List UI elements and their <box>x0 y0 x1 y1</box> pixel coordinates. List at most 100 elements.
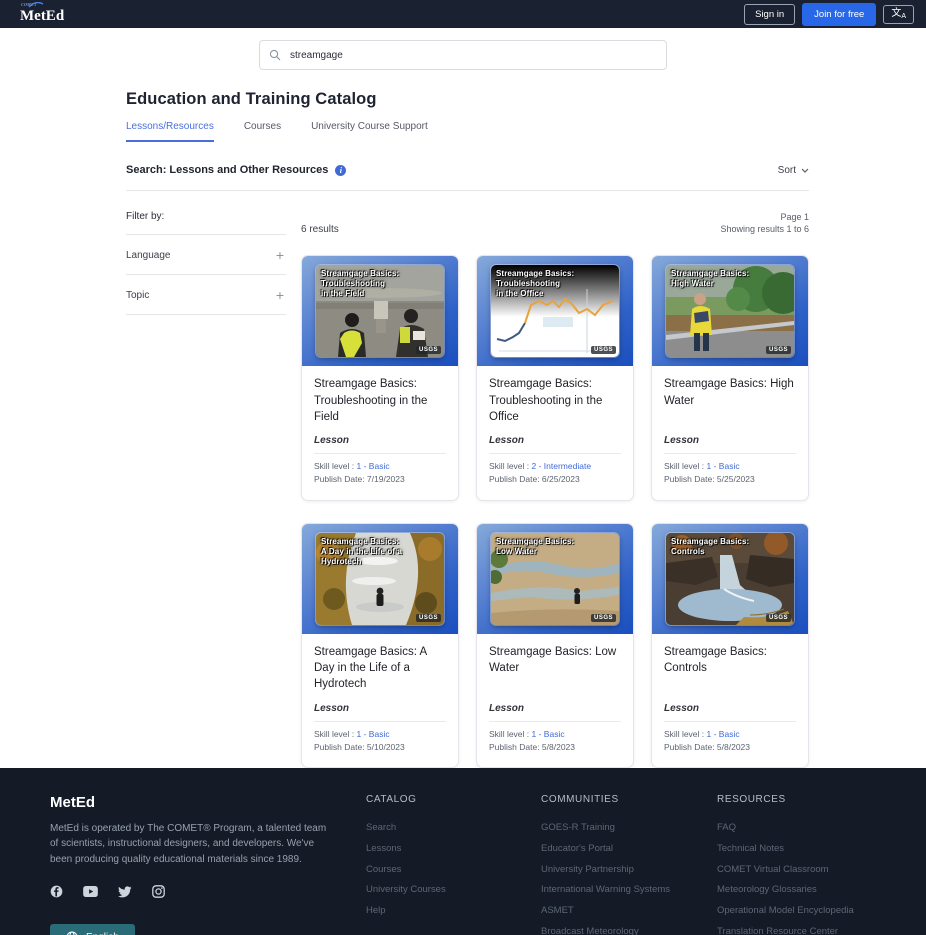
card-type: Lesson <box>314 435 350 447</box>
thumbnail-title: Streamgage Basics: A Day in the Life of a… <box>321 536 403 566</box>
thumbnail-title: Streamgage Basics: Troubleshooting in the … <box>321 269 400 299</box>
publish-date: Publish Date: 5/25/2023 <box>664 474 755 485</box>
footer-link-educators-portal[interactable]: Educator's Portal <box>541 842 717 856</box>
plus-icon: + <box>275 287 284 303</box>
usgs-badge: USGS <box>415 346 441 355</box>
card-type: Lesson <box>314 702 350 714</box>
card-media: Streamgage Basics: Controls USGS <box>652 523 808 634</box>
card-type: Lesson <box>489 702 525 714</box>
comet-swoosh-icon <box>28 2 44 8</box>
card-type: Lesson <box>664 435 700 447</box>
card-media: Streamgage Basics: High Water USGS <box>652 256 808 367</box>
twitter-icon[interactable] <box>118 886 132 898</box>
thumbnail-title: Streamgage Basics: High Water <box>671 269 750 289</box>
footer-link-intl-warning-systems[interactable]: International Warning Systems <box>541 883 717 897</box>
instagram-icon[interactable] <box>152 885 165 899</box>
footer-link-model-encyclopedia[interactable]: Operational Model Encyclopedia <box>717 904 906 918</box>
meted-logo[interactable]: COMET MetEd <box>20 2 65 24</box>
divider <box>489 453 621 455</box>
site-footer: MetEd MetEd is operated by The COMET® Pr… <box>0 767 926 935</box>
tab-courses[interactable]: Courses <box>244 121 281 142</box>
sort-dropdown[interactable]: Sort <box>778 165 809 176</box>
thumbnail-title: Streamgage Basics: Troubleshooting in the … <box>496 269 575 299</box>
card-title: Streamgage Basics: Controls <box>664 645 767 674</box>
facebook-icon[interactable] <box>50 885 63 898</box>
info-icon[interactable]: i <box>335 164 347 176</box>
filter-label-language: Language <box>126 249 171 261</box>
footer-catalog-column: CATALOG Search Lessons Courses Universit… <box>366 794 541 935</box>
section-title-text: Search: Lessons and Other Resources <box>126 164 329 176</box>
search-input[interactable] <box>259 40 667 70</box>
language-button[interactable]: English <box>50 924 135 935</box>
footer-link-meteorology-glossaries[interactable]: Meteorology Glossaries <box>717 883 906 897</box>
card-media: Streamgage Basics: Troubleshooting in the … <box>477 256 633 367</box>
lesson-card-low-water[interactable]: Streamgage Basics: Low Water USGS Streamg… <box>476 522 634 768</box>
translate-button[interactable]: 文A <box>883 4 914 24</box>
divider <box>489 720 621 722</box>
catalog-tabs: Lessons/Resources Courses University Cou… <box>126 121 809 142</box>
footer-link-lessons[interactable]: Lessons <box>366 842 541 856</box>
footer-brand: MetEd <box>50 793 95 811</box>
card-title: Streamgage Basics: High Water <box>664 378 794 407</box>
publish-date: Publish Date: 5/10/2023 <box>314 741 405 752</box>
divider <box>126 190 809 191</box>
card-type: Lesson <box>664 702 700 714</box>
lesson-card-high-water[interactable]: Streamgage Basics: High Water USGS Stream… <box>651 255 809 501</box>
card-media: Streamgage Basics: A Day in the Life of a… <box>302 523 458 634</box>
footer-link-courses[interactable]: Courses <box>366 863 541 877</box>
card-title: Streamgage Basics: Troubleshooting in th… <box>314 378 428 423</box>
join-for-free-button[interactable]: Join for free <box>802 2 877 26</box>
lesson-card-troubleshooting-office[interactable]: Streamgage Basics: Troubleshooting in the … <box>476 255 634 501</box>
publish-date: Publish Date: 5/8/2023 <box>489 741 576 752</box>
footer-link-technical-notes[interactable]: Technical Notes <box>717 842 906 856</box>
page: COMET MetEd Sign in Join for free 文A Edu… <box>0 0 926 935</box>
lesson-card-day-in-life-hydrotech[interactable]: Streamgage Basics: A Day in the Life of a… <box>301 522 459 768</box>
filter-group-language[interactable]: Language + <box>126 235 286 275</box>
meted-wordmark: MetEd <box>20 8 65 24</box>
filter-group-topic[interactable]: Topic + <box>126 275 286 315</box>
skill-level: Skill level : 1 - Basic <box>314 728 390 739</box>
footer-about-text: MetEd is operated by The COMET® Program,… <box>50 822 327 865</box>
footer-link-faq[interactable]: FAQ <box>717 821 906 835</box>
tab-university-course-support[interactable]: University Course Support <box>311 121 428 142</box>
divider <box>314 720 446 722</box>
card-title: Streamgage Basics: Low Water <box>489 645 617 674</box>
skill-level: Skill level : 1 - Basic <box>664 728 740 739</box>
footer-link-search[interactable]: Search <box>366 821 541 835</box>
lesson-card-controls[interactable]: Streamgage Basics: Controls USGS Streamga… <box>651 522 809 768</box>
card-body: Streamgage Basics: A Day in the Life of … <box>302 634 458 767</box>
filter-sidebar: Filter by: Language + Topic + <box>126 211 286 768</box>
footer-heading-communities: COMMUNITIES <box>541 793 619 805</box>
usgs-badge: USGS <box>590 613 616 622</box>
footer-link-comet-virtual-classroom[interactable]: COMET Virtual Classroom <box>717 863 906 877</box>
skill-level: Skill level : 1 - Basic <box>489 728 565 739</box>
divider <box>664 453 796 455</box>
footer-link-broadcast-meteorology[interactable]: Broadcast Meteorology <box>541 925 717 935</box>
footer-link-asmet[interactable]: ASMET <box>541 904 717 918</box>
thumbnail-title: Streamgage Basics: Controls <box>671 536 750 556</box>
footer-link-goes-r[interactable]: GOES-R Training <box>541 821 717 835</box>
card-body: Streamgage Basics: Troubleshooting in th… <box>302 366 458 499</box>
footer-link-translation-resource-center[interactable]: Translation Resource Center <box>717 925 906 935</box>
card-body: Streamgage Basics: Controls Lesson Skill… <box>652 634 808 767</box>
section-title: Search: Lessons and Other Resources i <box>126 164 347 176</box>
usgs-badge: USGS <box>415 613 441 622</box>
page-number: Page 1 <box>780 212 809 222</box>
youtube-icon[interactable] <box>83 886 98 898</box>
footer-social-row <box>50 885 330 899</box>
tab-lessons-resources[interactable]: Lessons/Resources <box>126 121 214 142</box>
topbar-actions: Sign in Join for free 文A <box>744 2 914 26</box>
lesson-card-troubleshooting-field[interactable]: Streamgage Basics: Troubleshooting in the … <box>301 255 459 501</box>
footer-link-university-courses[interactable]: University Courses <box>366 883 541 897</box>
footer-link-help[interactable]: Help <box>366 904 541 918</box>
publish-date: Publish Date: 6/25/2023 <box>489 474 580 485</box>
divider <box>314 453 446 455</box>
footer-link-university-partnership[interactable]: University Partnership <box>541 863 717 877</box>
pagination-info: Page 1 Showing results 1 to 6 <box>720 211 809 235</box>
search-icon <box>269 49 281 61</box>
card-media: Streamgage Basics: Low Water USGS <box>477 523 633 634</box>
results-header: 6 results Page 1 Showing results 1 to 6 <box>301 211 809 235</box>
card-type: Lesson <box>489 435 525 447</box>
sign-in-button[interactable]: Sign in <box>744 3 796 25</box>
footer-brand-column: MetEd MetEd is operated by The COMET® Pr… <box>50 794 366 935</box>
